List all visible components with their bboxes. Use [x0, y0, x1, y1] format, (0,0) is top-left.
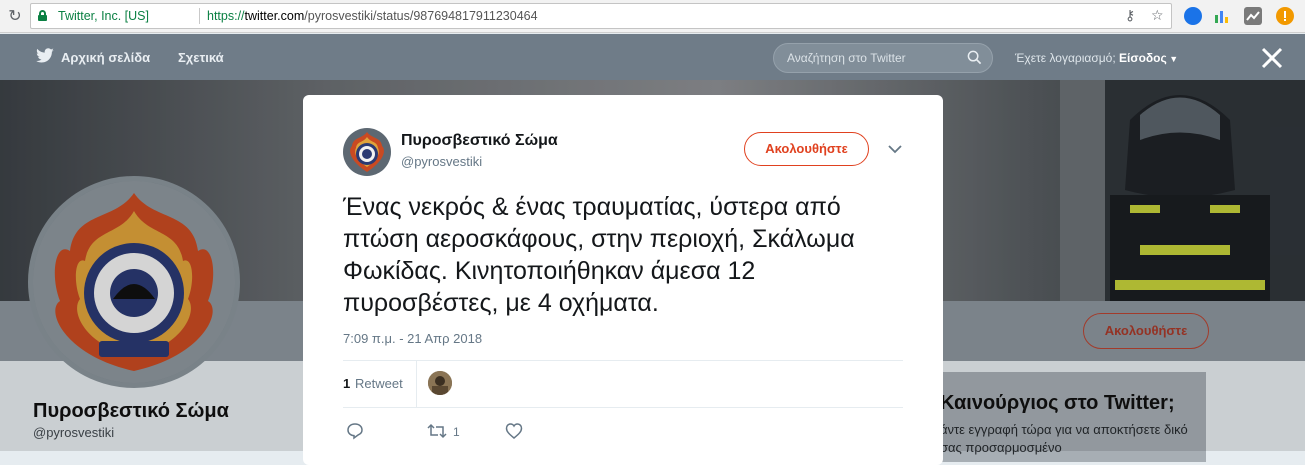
url-scheme: https:// — [207, 9, 245, 23]
extension-account-icon[interactable] — [1184, 7, 1202, 25]
extension-alert-icon[interactable] — [1276, 7, 1294, 25]
follow-button[interactable]: Ακολουθήστε — [744, 132, 869, 166]
retweet-icon[interactable] — [427, 422, 447, 440]
like-heart-icon[interactable] — [505, 422, 523, 440]
certificate-label[interactable]: Twitter, Inc. [US] — [58, 9, 149, 23]
twitter-nav-bar: Αρχική σελίδα Σχετικά Αναζήτηση στο Twit… — [0, 34, 1305, 80]
account-login[interactable]: Έχετε λογαριασμό; Είσοδος ▼ — [1015, 51, 1178, 65]
address-bar[interactable]: Twitter, Inc. [US] https://twitter.com/p… — [30, 3, 1172, 29]
extension-graph-icon[interactable] — [1244, 7, 1262, 25]
chevron-down-icon[interactable] — [888, 144, 902, 154]
caret-down-icon: ▼ — [1166, 54, 1179, 64]
nav-about-link[interactable]: Σχετικά — [178, 50, 224, 65]
divider — [343, 360, 903, 361]
login-link[interactable]: Είσοδος — [1119, 51, 1167, 65]
fire-service-logo-small — [343, 128, 391, 176]
nav-home-link[interactable]: Αρχική σελίδα — [61, 50, 150, 65]
tweet-author-name[interactable]: Πυροσβεστικό Σώμα — [401, 132, 558, 150]
address-separator — [199, 8, 200, 24]
browser-toolbar: ↻ Twitter, Inc. [US] https://twitter.com… — [0, 0, 1305, 33]
reload-icon[interactable]: ↻ — [5, 6, 25, 26]
url-text[interactable]: https://twitter.com/pyrosvestiki/status/… — [207, 9, 538, 23]
tweet-text: Ένας νεκρός & ένας τραυματίας, ύστερα απ… — [343, 193, 855, 317]
reply-icon[interactable] — [346, 422, 364, 440]
account-prompt: Έχετε λογαριασμό; — [1015, 51, 1120, 65]
lock-icon — [38, 10, 47, 21]
extension-chart-icon[interactable] — [1213, 7, 1231, 25]
close-icon[interactable] — [1258, 44, 1286, 72]
url-path: /pyrosvestiki/status/987694817911230464 — [304, 9, 538, 23]
divider — [343, 407, 903, 408]
tweet-timestamp[interactable]: 7:09 π.μ. - 21 Απρ 2018 — [343, 331, 482, 346]
retweet-label[interactable]: Retweet — [355, 376, 403, 391]
stats-divider — [416, 361, 417, 407]
url-host: twitter.com — [244, 9, 305, 23]
tweet-modal: Πυροσβεστικό Σώμα @pyrosvestiki Ακολουθή… — [303, 95, 943, 465]
retweeter-avatar[interactable] — [428, 371, 452, 395]
tweet-author-handle[interactable]: @pyrosvestiki — [401, 154, 482, 169]
retweet-action-count: 1 — [453, 425, 460, 439]
search-icon[interactable] — [967, 50, 982, 65]
tweet-author-avatar[interactable] — [343, 128, 391, 176]
search-placeholder: Αναζήτηση στο Twitter — [787, 51, 906, 65]
search-input[interactable]: Αναζήτηση στο Twitter — [773, 43, 993, 73]
retweet-count[interactable]: 1 — [343, 376, 350, 391]
twitter-bird-icon[interactable] — [35, 48, 55, 64]
key-icon[interactable]: ⚷ — [1125, 8, 1135, 24]
star-icon[interactable]: ☆ — [1151, 8, 1164, 24]
